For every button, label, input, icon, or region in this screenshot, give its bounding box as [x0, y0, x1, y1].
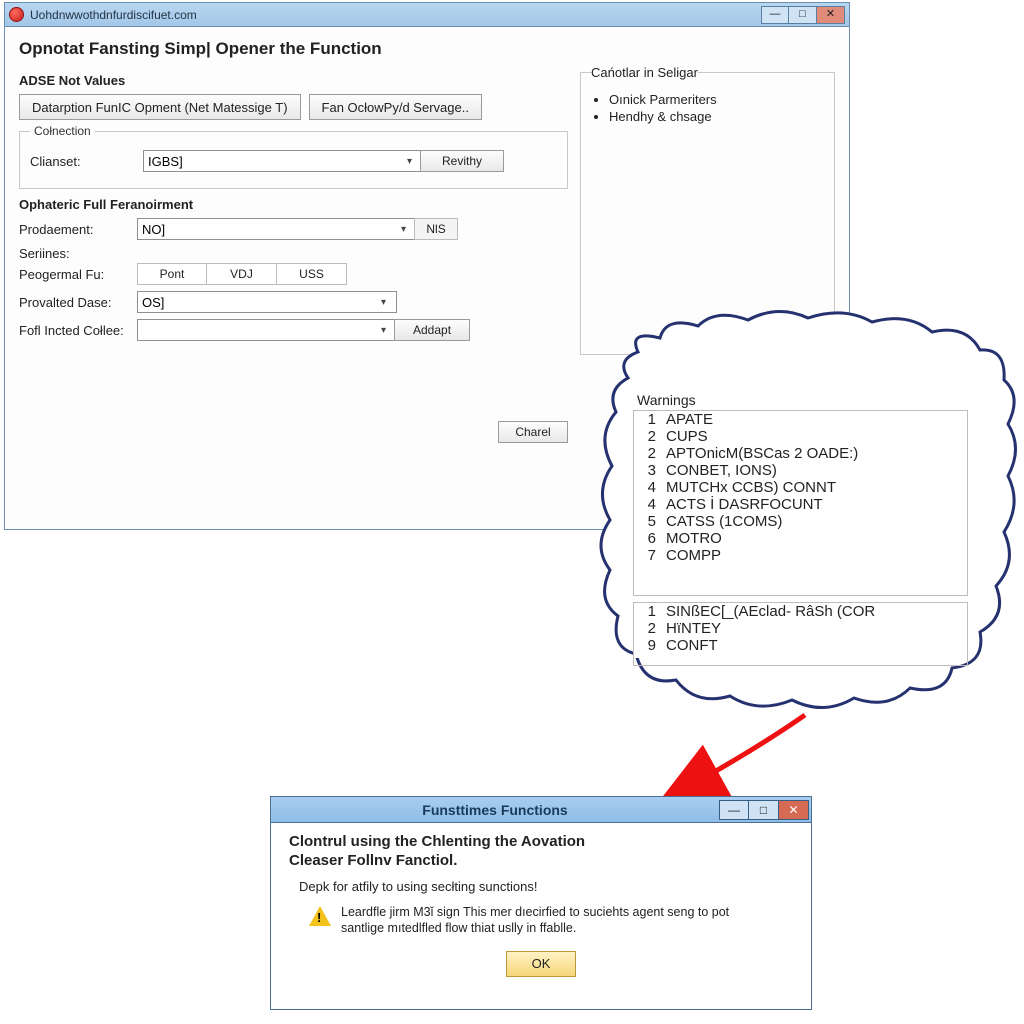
provalted-select[interactable]: OS] [137, 291, 397, 313]
seg-vdj[interactable]: VDJ [207, 263, 277, 285]
titlebar: Uohdnwwothdnfurdiscifuet.com — □ ✕ [5, 3, 849, 27]
warnings-panel: Warnings 1APATE2CUPS2APTOnicM(BSCas 2 OA… [633, 390, 968, 658]
dialog-heading-1: Clontrul using the Chlenting the Aovatio… [289, 833, 793, 850]
warning-row[interactable]: 2APTOnicM(BSCas 2 OADE:) [634, 445, 967, 462]
colnection-legend: Cołnection [30, 124, 95, 138]
seg-uss[interactable]: USS [277, 263, 347, 285]
minimize-button[interactable]: — [761, 6, 789, 24]
dialog-minimize-button[interactable]: — [719, 800, 749, 820]
seligar-item[interactable]: Oınick Parmeriters [609, 92, 824, 107]
dialog-subtext: Depk for atfily to using secłting suncti… [299, 879, 793, 894]
arrow-annotation [645, 710, 815, 810]
dialog-title: Funsttimes Functions [271, 802, 719, 818]
warning-row[interactable]: 3CONBET, IONS) [634, 462, 967, 479]
fanoctow-button[interactable]: Fan OcłowPy/d Servage.. [309, 94, 482, 120]
warnings-title: Warnings [637, 392, 968, 408]
seriines-label: Seriines: [19, 246, 568, 261]
charel-button[interactable]: Charel [498, 421, 568, 443]
prodaement-label: Prodaement: [19, 222, 129, 237]
datarption-button[interactable]: Datarption FunIC Opment (Net Matessige T… [19, 94, 301, 120]
dialog-maximize-button[interactable]: □ [749, 800, 779, 820]
addapt-button[interactable]: Addapt [394, 319, 470, 341]
seligar-list: Oınick Parmeriters Hendhy & chsage [609, 92, 824, 124]
app-icon [9, 7, 24, 22]
ophateric-title: Ophateric Full Feranoirment [19, 197, 568, 212]
ok-button[interactable]: OK [506, 951, 576, 977]
warning-row[interactable]: 9CONFT [634, 637, 967, 654]
clianset-select[interactable]: IGBS] [143, 150, 423, 172]
window-title: Uohdnwwothdnfurdiscifuet.com [30, 8, 761, 22]
dialog-close-button[interactable]: ✕ [779, 800, 809, 820]
warning-row[interactable]: 6MOTRO [634, 530, 967, 547]
dialog-warning-text: Leardfle jirm M3ǐ sign This mer dıecirfi… [341, 904, 741, 937]
revithy-button[interactable]: Revithy [420, 150, 504, 172]
seligar-title: Cańotlar in Seligar [591, 65, 698, 80]
prodaement-select[interactable]: NO] [137, 218, 417, 240]
warning-icon [309, 906, 331, 926]
fofl-label: Fofl Incted Cołlee: [19, 323, 129, 338]
peogermal-label: Peogermal Fu: [19, 267, 129, 282]
close-button[interactable]: ✕ [817, 6, 845, 24]
dialog-window: Funsttimes Functions — □ ✕ Clontrul usin… [270, 796, 812, 1010]
warning-row[interactable]: 1SINßEC[_(AEclad- RâSh (COR [634, 603, 967, 620]
warning-row[interactable]: 4MUTCHx CCBS) CONNT [634, 479, 967, 496]
seligar-item[interactable]: Hendhy & chsage [609, 109, 824, 124]
fofl-select[interactable] [137, 319, 397, 341]
warning-row[interactable]: 2CUPS [634, 428, 967, 445]
dialog-titlebar: Funsttimes Functions — □ ✕ [271, 797, 811, 823]
peogermal-segments: Pont VDJ USS [137, 263, 347, 285]
warning-row[interactable]: 5CATSS (1COMS) [634, 513, 967, 530]
maximize-button[interactable]: □ [789, 6, 817, 24]
warnings-list-secondary[interactable]: 1SINßEC[_(AEclad- RâSh (COR2HïNTEY9CONFT [633, 602, 968, 666]
warning-row[interactable]: 2HïNTEY [634, 620, 967, 637]
page-title: Opnotat Fansting Simp| Opener the Functi… [19, 39, 568, 59]
adse-section-title: ADSE Not Values [19, 73, 568, 88]
warning-row[interactable]: 4ACTS İ DASRFOCUNT [634, 496, 967, 513]
seg-pont[interactable]: Pont [137, 263, 207, 285]
seligar-group: Cańotlar in Seligar Oınick Parmeriters H… [580, 65, 835, 355]
dialog-heading-2: Cleaser Follnv Fanctiol. [289, 852, 793, 869]
clianset-label: Clianset: [30, 154, 135, 169]
warning-row[interactable]: 7COMPP [634, 547, 967, 564]
nis-button[interactable]: NlS [414, 218, 458, 240]
warnings-list[interactable]: 1APATE2CUPS2APTOnicM(BSCas 2 OADE:)3CONB… [633, 410, 968, 596]
warning-row[interactable]: 1APATE [634, 411, 967, 428]
colnection-group: Cołnection Clianset: IGBS] Revithy [19, 124, 568, 189]
provalted-label: Provalted Dase: [19, 295, 129, 310]
